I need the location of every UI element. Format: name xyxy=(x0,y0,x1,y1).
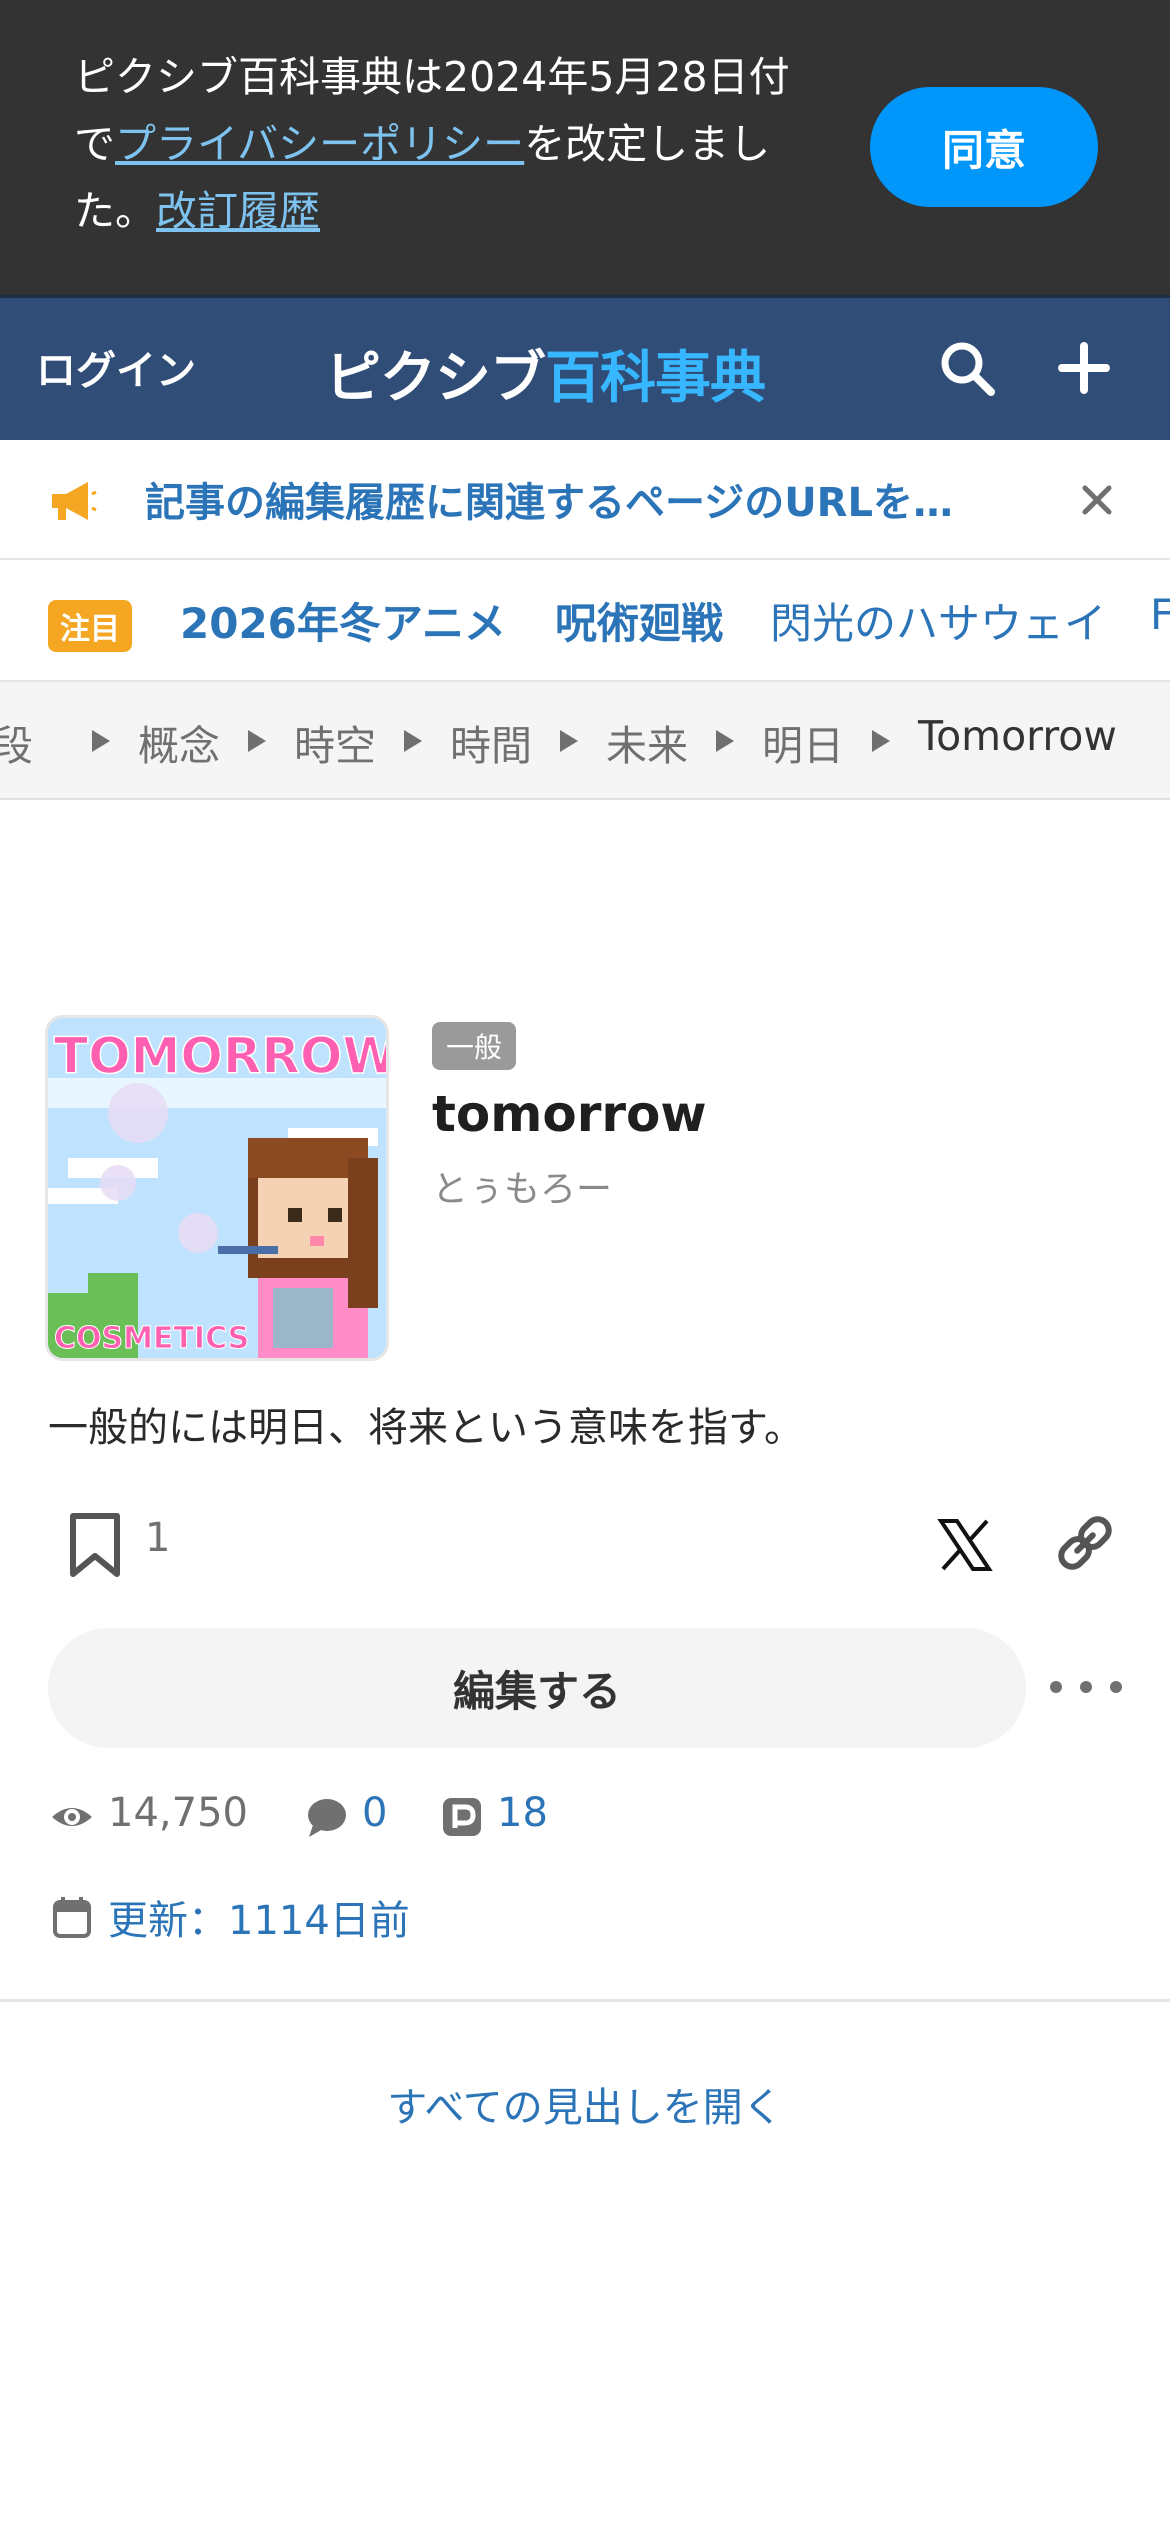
trending-row: 注目 2026年冬アニメ 呪術廻戦 閃光のハサウェイ F xyxy=(0,560,1170,682)
x-share-icon[interactable] xyxy=(935,1515,995,1575)
chevron-right-icon xyxy=(560,730,578,752)
article-summary: 一般的には明日、将来という意味を指す。 xyxy=(48,1405,804,1451)
revision-history-link[interactable]: 改訂履歴 xyxy=(156,187,320,235)
calendar-icon xyxy=(53,1897,91,1938)
bookmark-count: 1 xyxy=(145,1515,171,1561)
site-header: ログイン ピクシブ百科事典 xyxy=(0,295,1170,440)
section-divider xyxy=(0,1999,1170,2002)
thumbnail-title-text: TOMORROW xyxy=(54,1027,389,1085)
trend-item[interactable]: 呪術廻戦 xyxy=(555,590,723,651)
article-thumbnail[interactable]: TOMORROW COSMETICS xyxy=(45,1015,389,1361)
chevron-right-icon xyxy=(248,730,266,752)
notice-bar[interactable]: 記事の編集履歴に関連するページのURLを… xyxy=(0,440,1170,560)
chevron-right-icon xyxy=(716,730,734,752)
pixiv-icon xyxy=(443,1798,481,1836)
bookmark-icon[interactable] xyxy=(65,1510,125,1580)
privacy-message: ピクシブ百科事典は2024年5月28日付でプライバシーポリシーを改定しました。改… xyxy=(74,44,814,245)
logo-text-encyclopedia: 百科事典 xyxy=(545,346,766,411)
trend-item[interactable]: 閃光のハサウェイ xyxy=(770,590,1106,651)
chevron-right-icon xyxy=(872,730,890,752)
logo-text-pixiv: ピクシブ xyxy=(325,346,546,411)
more-dot-icon xyxy=(1110,1681,1122,1693)
breadcrumb-item[interactable]: 明日 xyxy=(762,712,844,772)
trend-item[interactable]: F xyxy=(1150,590,1170,639)
edit-button[interactable]: 編集する xyxy=(48,1628,1026,1748)
comment-count[interactable]: 0 xyxy=(362,1790,387,1836)
more-dot-icon xyxy=(1050,1681,1062,1693)
view-count: 14,750 xyxy=(108,1790,248,1836)
more-options-button[interactable] xyxy=(1050,1662,1122,1712)
comment-icon xyxy=(308,1799,346,1837)
privacy-policy-link[interactable]: プライバシーポリシー xyxy=(115,120,524,168)
site-logo[interactable]: ピクシブ百科事典 xyxy=(325,333,766,414)
more-dot-icon xyxy=(1080,1681,1092,1693)
agree-button[interactable]: 同意 xyxy=(870,87,1098,207)
link-icon[interactable] xyxy=(1052,1510,1118,1576)
search-icon[interactable] xyxy=(935,336,999,400)
eye-icon xyxy=(52,1808,92,1826)
chevron-right-icon xyxy=(92,730,110,752)
privacy-banner: ピクシブ百科事典は2024年5月28日付でプライバシーポリシーを改定しました。改… xyxy=(0,0,1170,295)
page-title: tomorrow xyxy=(432,1085,707,1143)
trending-badge: 注目 xyxy=(48,600,132,652)
breadcrumb-item[interactable]: 時空 xyxy=(294,712,376,772)
megaphone-icon xyxy=(52,482,97,520)
breadcrumb-item[interactable]: 時間 xyxy=(450,712,532,772)
updated-date-link[interactable]: 更新：1114日前 xyxy=(108,1888,410,1946)
breadcrumb-item[interactable]: 未来 xyxy=(606,712,688,772)
category-badge[interactable]: 一般 xyxy=(432,1022,517,1070)
open-all-headings-link[interactable]: すべての見出しを開く xyxy=(0,2075,1170,2133)
trend-item[interactable]: 2026年冬アニメ xyxy=(180,590,506,651)
pixiv-count[interactable]: 18 xyxy=(497,1790,548,1836)
breadcrumb-cut-item[interactable]: 段 xyxy=(0,712,33,772)
chevron-right-icon xyxy=(404,730,422,752)
breadcrumb-item[interactable]: 概念 xyxy=(138,712,220,772)
login-link[interactable]: ログイン xyxy=(36,338,196,396)
notice-text[interactable]: 記事の編集履歴に関連するページのURLを… xyxy=(145,470,953,528)
title-reading: とぅもろー xyxy=(432,1169,613,1210)
plus-icon[interactable] xyxy=(1052,336,1116,400)
breadcrumb: 段 概念 時空 時間 未来 明日 Tomorrow xyxy=(0,682,1170,800)
thumbnail-subtitle-text: COSMETICS xyxy=(54,1321,249,1356)
close-icon[interactable] xyxy=(1075,478,1119,522)
thumbnail-illustration: TOMORROW COSMETICS xyxy=(48,1018,389,1358)
breadcrumb-current: Tomorrow xyxy=(918,712,1117,760)
